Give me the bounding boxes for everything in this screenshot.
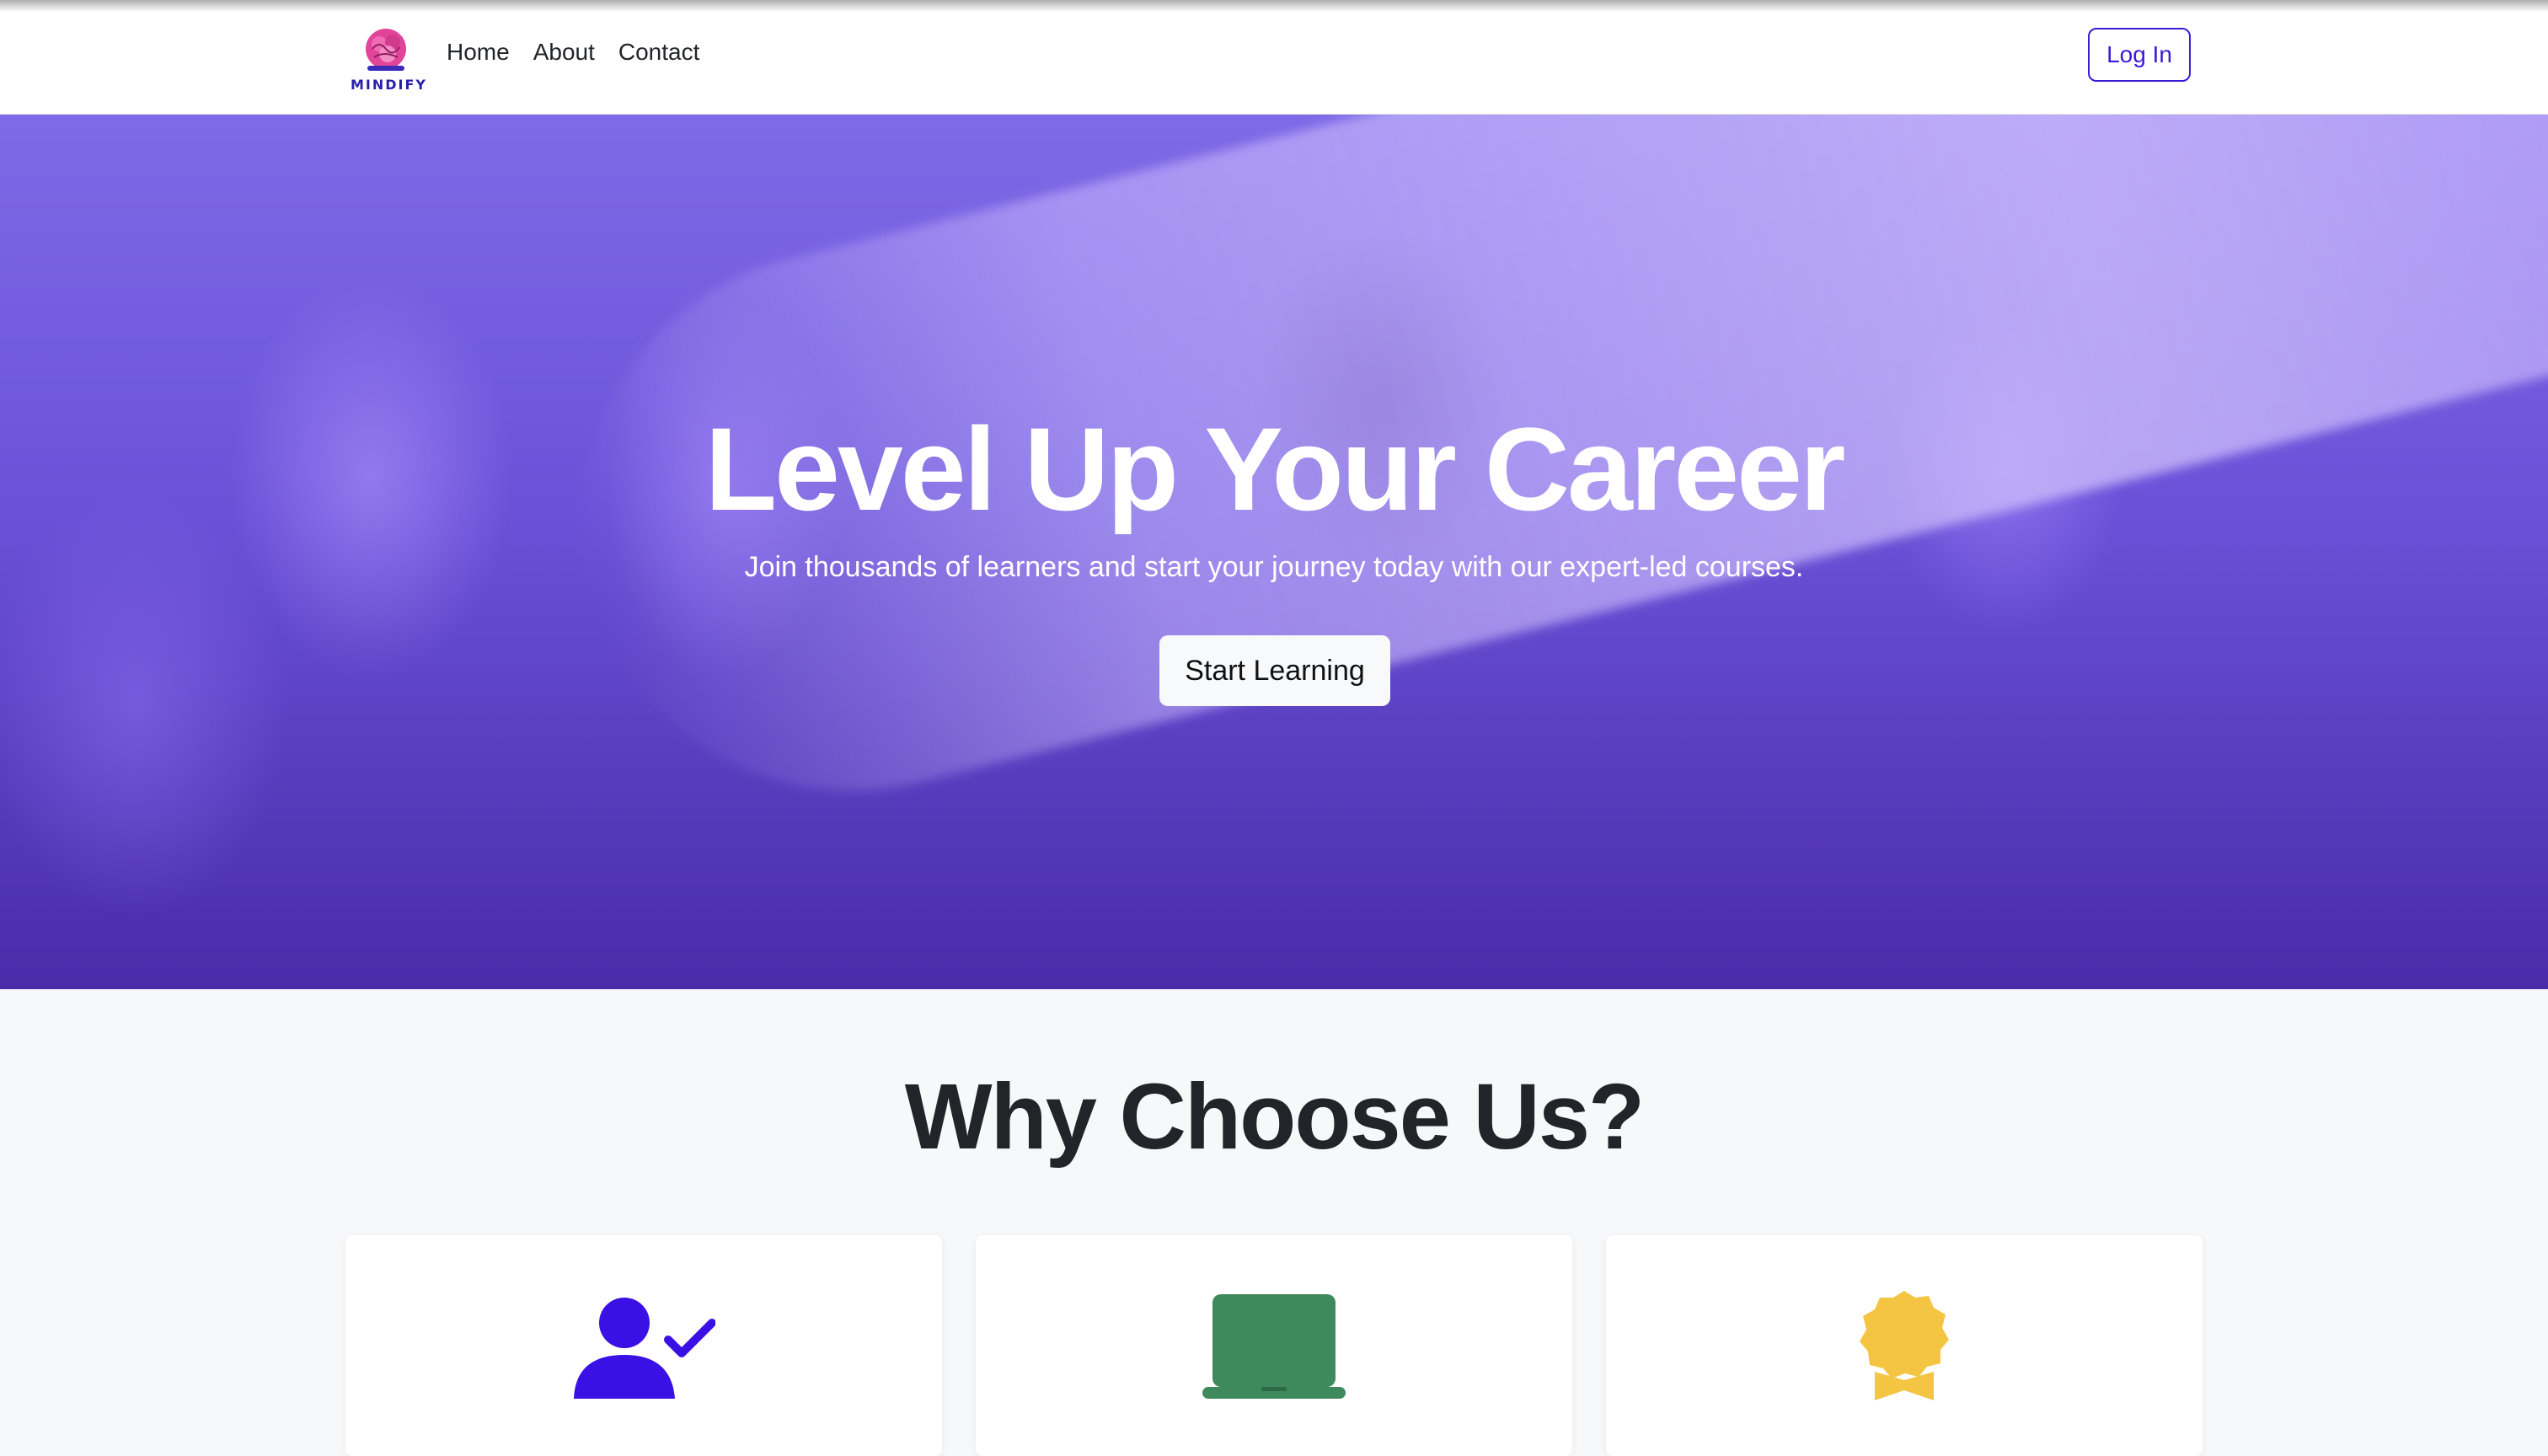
- login-button[interactable]: Log In: [2088, 28, 2191, 82]
- feature-card-online: [976, 1235, 1572, 1456]
- start-learning-button[interactable]: Start Learning: [1159, 635, 1390, 706]
- hero-title: Level Up Your Career: [704, 403, 1846, 535]
- nav-link-about[interactable]: About: [533, 39, 595, 66]
- navbar: MINDIFY Home About Contact Log In: [0, 0, 2548, 115]
- brain-logo-icon: [366, 29, 406, 71]
- brand-logo[interactable]: MINDIFY: [351, 25, 428, 93]
- nav-link-home[interactable]: Home: [447, 39, 510, 66]
- hero-section: Level Up Your Career Join thousands of l…: [0, 115, 2548, 989]
- nav-link-contact[interactable]: Contact: [618, 39, 700, 66]
- award-icon: [1860, 1291, 1949, 1400]
- main-nav: Home About Contact: [447, 39, 699, 66]
- brand-name: MINDIFY: [351, 77, 428, 93]
- user-check-icon: [574, 1298, 715, 1399]
- hero-subtitle: Join thousands of learners and start you…: [744, 551, 1804, 583]
- laptop-icon: [1202, 1294, 1346, 1399]
- why-choose-us-title: Why Choose Us?: [904, 1065, 1646, 1169]
- hero-content: Level Up Your Career Join thousands of l…: [0, 115, 2548, 989]
- feature-card-instructors: [345, 1235, 942, 1456]
- window-top-shadow: [0, 0, 2548, 12]
- feature-card-certificate: [1606, 1235, 2203, 1456]
